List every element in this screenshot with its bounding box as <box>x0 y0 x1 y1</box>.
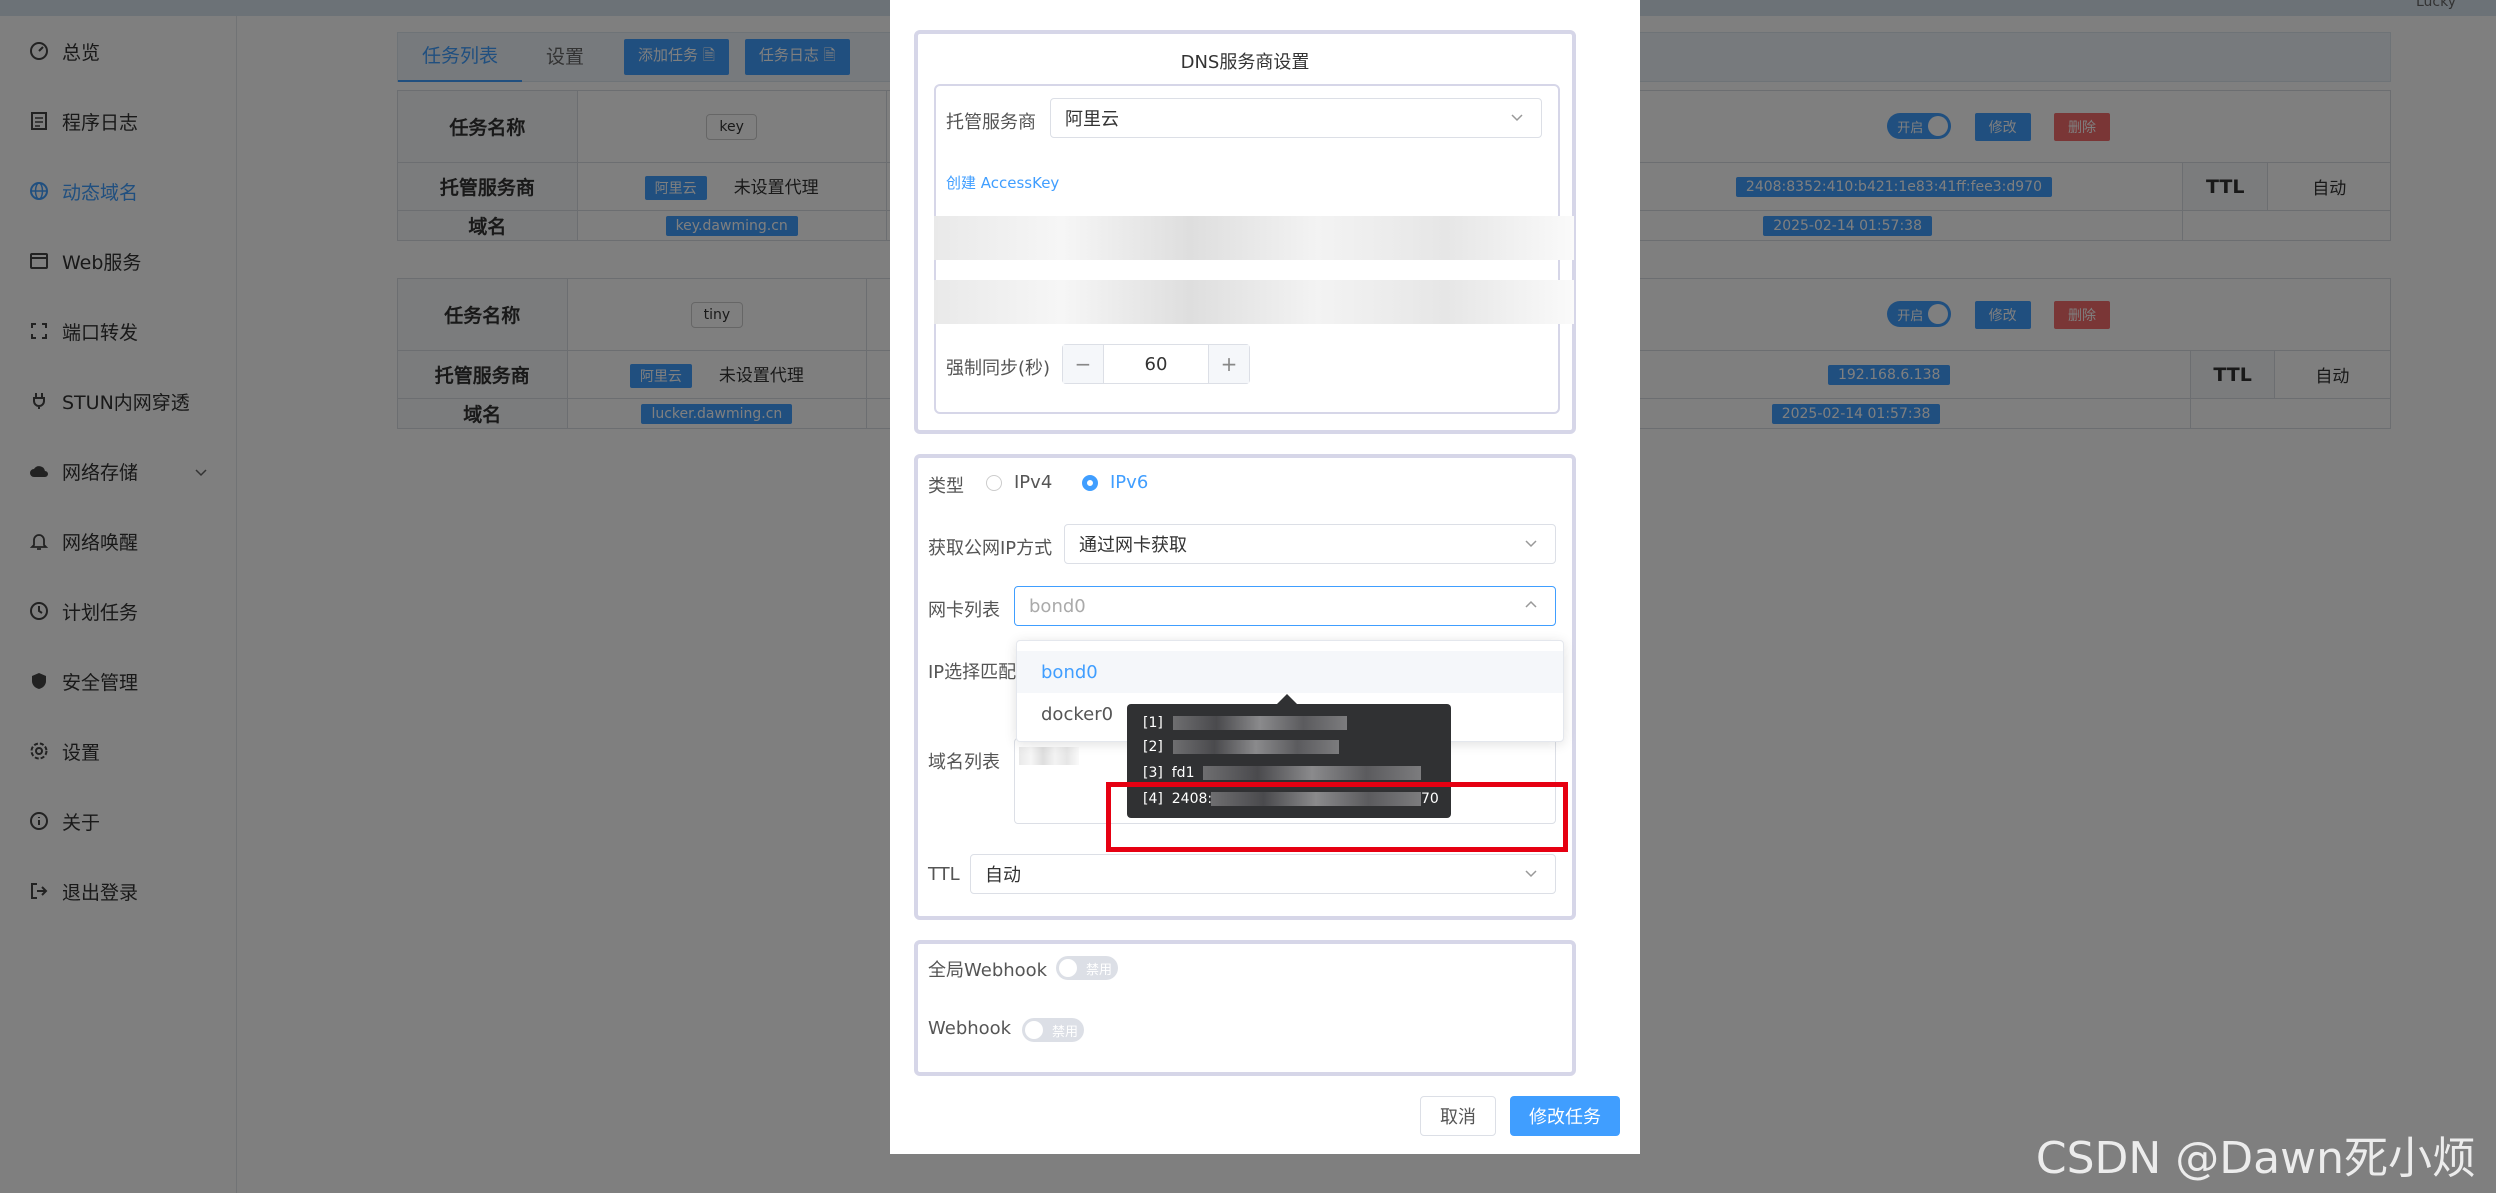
ip-method-label: 获取公网IP方式 <box>928 538 1053 559</box>
chevron-down-icon <box>1523 535 1539 556</box>
chevron-down-icon <box>1523 865 1539 886</box>
dns-inner-box: 托管服务商 阿里云 创建 AccessKey 强制同步(秒) − 60 + <box>934 84 1574 414</box>
tooltip-line: [3] fd1 <box>1143 765 1195 781</box>
dns-section-title: DNS服务商设置 <box>1180 52 1310 73</box>
ip-match-label: IP选择匹配 <box>928 662 1017 683</box>
redacted-ip <box>1203 766 1421 780</box>
provider-field-label: 托管服务商 <box>946 112 1036 133</box>
highlight-box <box>1106 782 1568 852</box>
webhook-toggle[interactable]: 禁用 <box>1022 1018 1084 1042</box>
ip-method-select[interactable]: 通过网卡获取 <box>1064 524 1556 564</box>
domain-list-label: 域名列表 <box>928 752 1000 773</box>
global-webhook-toggle[interactable]: 禁用 <box>1056 956 1118 980</box>
sync-interval-label: 强制同步(秒) <box>946 358 1051 379</box>
webhook-label: Webhook <box>928 1018 1012 1039</box>
ttl-field-label: TTL <box>928 864 960 885</box>
watermark: CSDN @Dawn死小烦 <box>2035 1133 2476 1184</box>
nic-list-label: 网卡列表 <box>928 600 1000 621</box>
chevron-down-icon <box>1509 109 1525 130</box>
radio-dot <box>1082 474 1098 491</box>
redacted-ip <box>1173 716 1347 730</box>
chevron-up-icon <box>1523 597 1539 618</box>
submit-button[interactable]: 修改任务 <box>1510 1096 1620 1136</box>
webhook-section: 全局Webhook 禁用 Webhook 禁用 <box>914 940 1576 1076</box>
global-webhook-label: 全局Webhook <box>928 960 1048 981</box>
decrement-button[interactable]: − <box>1063 345 1103 383</box>
nic-select[interactable]: bond0 <box>1014 586 1556 626</box>
edit-task-dialog: DNS服务商设置 托管服务商 阿里云 创建 AccessKey 强制同步(秒) … <box>890 0 1640 1154</box>
sync-interval-stepper[interactable]: − 60 + <box>1062 344 1250 384</box>
radio-dot <box>986 474 1002 491</box>
ipv6-radio[interactable]: IPv6 <box>1082 472 1148 493</box>
redacted-domain <box>1019 747 1079 765</box>
create-accesskey-link[interactable]: 创建 AccessKey <box>946 172 1059 193</box>
increment-button[interactable]: + <box>1209 345 1249 383</box>
tooltip-line: [2] <box>1143 739 1163 755</box>
provider-select[interactable]: 阿里云 <box>1050 98 1542 138</box>
type-label: 类型 <box>928 476 964 497</box>
dns-settings-section: DNS服务商设置 托管服务商 阿里云 创建 AccessKey 强制同步(秒) … <box>914 30 1576 434</box>
sync-interval-value[interactable]: 60 <box>1103 345 1209 383</box>
dropdown-option[interactable]: bond0 <box>1017 651 1563 693</box>
redacted-access-id <box>934 216 1574 260</box>
redacted-access-secret <box>934 280 1574 324</box>
tooltip-line: [1] <box>1143 715 1163 731</box>
ipv4-radio[interactable]: IPv4 <box>986 472 1052 493</box>
ttl-select[interactable]: 自动 <box>970 854 1556 894</box>
redacted-ip <box>1173 740 1339 754</box>
cancel-button[interactable]: 取消 <box>1420 1096 1496 1136</box>
